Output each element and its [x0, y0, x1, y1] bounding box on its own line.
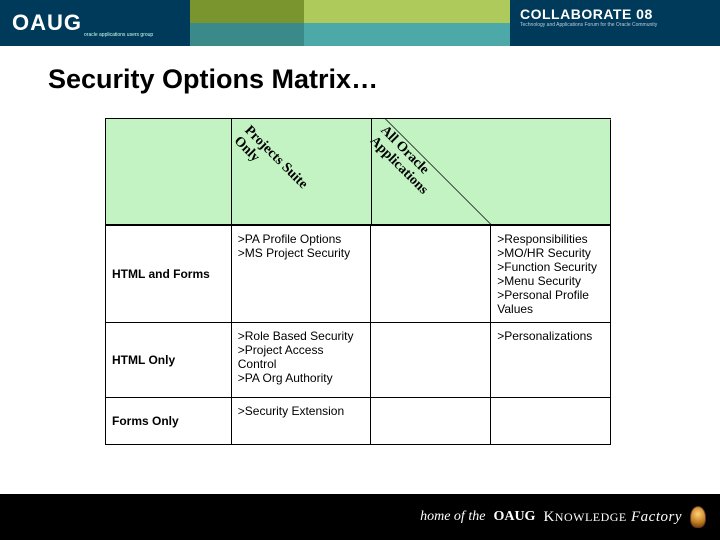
col-header-1: Projects SuiteOnly	[231, 119, 371, 224]
cell: Personalizations	[490, 323, 610, 397]
footer-knowledge-factory: KNOWLEDGE Factory	[543, 509, 682, 526]
cell: Role Based Security Project Access Contr…	[231, 323, 371, 397]
cell	[490, 398, 610, 444]
table-row: Forms Only Security Extension	[106, 397, 610, 444]
cell	[370, 226, 490, 322]
collab-subtitle: Technology and Applications Forum for th…	[520, 22, 710, 28]
logo-subtitle: oracle applications users group	[84, 32, 153, 38]
list-item: MO/HR Security	[497, 246, 604, 260]
list-item: Function Security	[497, 260, 604, 274]
footer-bar: home of the OAUG KNOWLEDGE Factory	[0, 494, 720, 540]
table-row: HTML Only Role Based Security Project Ac…	[106, 322, 610, 397]
logo-text: OAUG	[12, 10, 82, 36]
page-title: Security Options Matrix…	[48, 64, 720, 95]
footer-prefix: home of the	[420, 509, 485, 525]
col-header-2: All OracleApplications	[371, 119, 491, 224]
collab-title: COLLABORATE 08	[520, 6, 710, 22]
list-item: Project Access Control	[238, 343, 365, 371]
matrix-header-row: Projects SuiteOnly All OracleApplication…	[106, 119, 610, 225]
row-header: HTML and Forms	[106, 226, 231, 322]
cell: Security Extension	[231, 398, 371, 444]
cell: Responsibilities MO/HR Security Function…	[490, 226, 610, 322]
cell	[370, 323, 490, 397]
logo-block: OAUG oracle applications users group	[0, 0, 190, 46]
cell: PA Profile Options MS Project Security	[231, 226, 371, 322]
list-item: Role Based Security	[238, 329, 365, 343]
top-banner: OAUG oracle applications users group COL…	[0, 0, 720, 46]
list-item: Security Extension	[238, 404, 365, 418]
list-item: MS Project Security	[238, 246, 365, 260]
list-item: PA Profile Options	[238, 232, 365, 246]
list-item: Personal Profile Values	[497, 288, 604, 316]
banner-stripe	[190, 0, 510, 46]
row-header: Forms Only	[106, 398, 231, 444]
col-header-1-text: Projects SuiteOnly	[230, 123, 310, 203]
lightbulb-icon	[690, 506, 706, 528]
footer-kf-factory: Factory	[627, 509, 682, 525]
list-item: PA Org Authority	[238, 371, 365, 385]
col-header-2-text: All OracleApplications	[366, 123, 441, 198]
footer-kf-k: K	[543, 509, 554, 525]
table-row: HTML and Forms PA Profile Options MS Pro…	[106, 225, 610, 322]
security-matrix: Projects SuiteOnly All OracleApplication…	[105, 118, 611, 445]
list-item: Responsibilities	[497, 232, 604, 246]
cell	[370, 398, 490, 444]
footer-kf-nowledge: NOWLEDGE	[555, 510, 627, 524]
list-item: Personalizations	[497, 329, 604, 343]
footer-oaug: OAUG	[493, 509, 535, 525]
list-item: Menu Security	[497, 274, 604, 288]
row-header: HTML Only	[106, 323, 231, 397]
collab-block: COLLABORATE 08 Technology and Applicatio…	[510, 0, 720, 46]
